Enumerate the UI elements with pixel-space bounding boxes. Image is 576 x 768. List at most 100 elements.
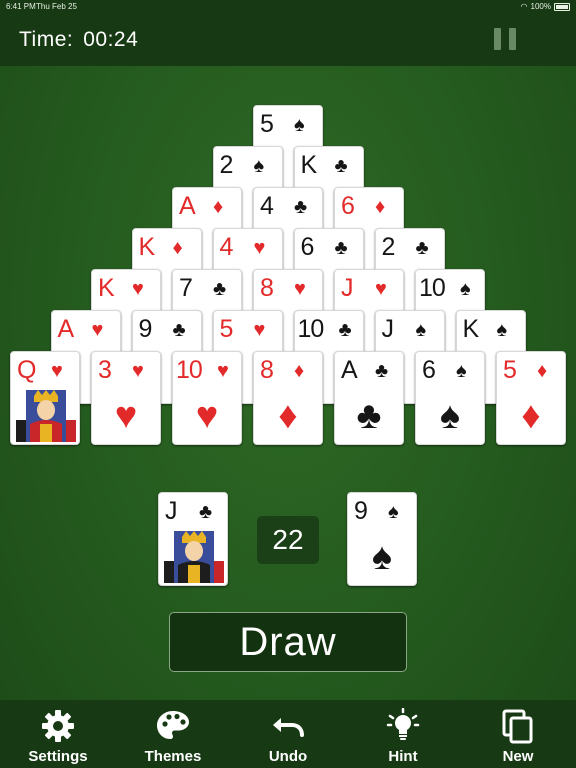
status-date: Thu Feb 25	[36, 2, 77, 11]
card-rank: 10	[176, 356, 203, 384]
pause-button[interactable]	[494, 28, 516, 50]
heart-icon: ♥	[132, 360, 144, 382]
top-bar: Time: 00:24	[0, 14, 576, 66]
draw-button[interactable]: Draw	[169, 612, 407, 672]
stock-count: 22	[257, 516, 319, 564]
club-icon: ♣	[213, 278, 227, 300]
hint-label: Hint	[388, 748, 418, 765]
heart-icon: ♥	[91, 319, 104, 341]
card-rank: A	[57, 315, 75, 343]
waste-card[interactable]: 9 ♠ ♠	[347, 492, 417, 586]
spade-icon: ♠	[415, 319, 427, 341]
wifi-icon: ◠	[520, 2, 528, 11]
heart-icon: ♥	[132, 278, 144, 300]
palette-icon	[157, 711, 189, 739]
club-icon: ♣	[334, 237, 348, 259]
heart-icon: ♥	[114, 395, 138, 437]
hint-button[interactable]: Hint	[358, 700, 448, 768]
card-rank: 4	[260, 192, 274, 220]
pyramid-card[interactable]: 8 ♦ ♦	[253, 351, 323, 445]
status-time: 6:41 PM	[6, 2, 36, 11]
spade-icon: ♠	[371, 536, 393, 578]
spade-icon: ♠	[388, 501, 399, 523]
pyramid-card[interactable]: 10 ♥ ♥	[172, 351, 242, 445]
stock-card[interactable]: J ♣	[158, 492, 228, 586]
card-rank: 9	[138, 315, 153, 343]
card-rank: A	[341, 356, 358, 384]
card-rank: Q	[17, 356, 37, 384]
undo-icon	[273, 718, 304, 737]
heart-icon: ♥	[217, 360, 229, 382]
themes-label: Themes	[144, 748, 202, 765]
card-rank: 8	[260, 356, 274, 384]
card-rank: 6	[341, 192, 355, 220]
card-rank: J	[165, 497, 178, 525]
timer-label: Time:	[19, 28, 74, 51]
heart-icon: ♥	[294, 278, 306, 300]
spade-icon: ♠	[456, 360, 467, 382]
themes-button[interactable]: Themes	[128, 700, 218, 768]
card-rank: 2	[381, 233, 396, 261]
card-rank: 10	[419, 274, 446, 302]
card-rank: 10	[297, 315, 325, 343]
bottom-toolbar: Settings Themes Undo Hint New	[0, 700, 576, 768]
card-rank: 4	[219, 233, 234, 261]
card-rank: 6	[422, 356, 436, 384]
pyramid-card[interactable]: A ♣ ♣	[334, 351, 404, 445]
heart-icon: ♥	[51, 360, 63, 382]
spade-icon: ♠	[294, 114, 305, 136]
card-rank: K	[138, 233, 156, 261]
new-game-icon	[502, 709, 533, 744]
settings-label: Settings	[28, 748, 88, 765]
card-rank: J	[381, 315, 395, 343]
heart-icon: ♥	[375, 278, 387, 300]
settings-button[interactable]: Settings	[13, 700, 103, 768]
card-rank: 9	[354, 497, 368, 525]
card-rank: 5	[260, 110, 274, 138]
club-icon: ♣	[294, 196, 308, 218]
card-rank: 2	[219, 151, 234, 179]
heart-icon: ♥	[253, 237, 266, 259]
battery-icon	[554, 3, 570, 11]
diamond-icon: ♦	[294, 360, 305, 382]
card-rank: 3	[98, 356, 112, 384]
battery-percent: 100%	[530, 2, 551, 11]
pyramid-card[interactable]: Q ♥	[10, 351, 80, 445]
club-icon: ♣	[415, 237, 429, 259]
card-rank: K	[98, 274, 115, 302]
timer-value: 00:24	[83, 28, 139, 51]
club-icon: ♣	[375, 360, 389, 382]
card-rank: K	[462, 315, 480, 343]
spade-icon: ♠	[460, 278, 471, 300]
spade-icon: ♠	[439, 395, 461, 437]
card-rank: 5	[219, 315, 234, 343]
club-icon: ♣	[338, 319, 352, 341]
pause-icon-bar	[509, 28, 516, 50]
status-bar: 6:41 PM Thu Feb 25 ◠ 100%	[0, 0, 576, 14]
club-icon: ♣	[334, 155, 348, 177]
card-rank: A	[179, 192, 196, 220]
pause-icon	[494, 28, 501, 50]
diamond-icon: ♦	[213, 196, 224, 218]
status-right: ◠ 100%	[521, 0, 570, 14]
undo-label: Undo	[268, 748, 308, 765]
diamond-icon: ♦	[278, 395, 298, 437]
pyramid-card[interactable]: 6 ♠ ♠	[415, 351, 485, 445]
pyramid-card[interactable]: 3 ♥ ♥	[91, 351, 161, 445]
card-rank: K	[300, 151, 318, 179]
spade-icon: ♠	[253, 155, 265, 177]
card-rank: 8	[260, 274, 274, 302]
club-icon: ♣	[172, 319, 186, 341]
card-rank: 7	[179, 274, 193, 302]
new-game-button[interactable]: New	[473, 700, 563, 768]
diamond-icon: ♦	[375, 196, 386, 218]
lightbulb-icon	[386, 708, 420, 740]
club-icon: ♣	[356, 395, 382, 437]
card-rank: J	[341, 274, 354, 302]
undo-button[interactable]: Undo	[243, 700, 333, 768]
spade-icon: ♠	[496, 319, 508, 341]
face-card-art	[164, 531, 224, 583]
pyramid-card[interactable]: 5 ♦ ♦	[496, 351, 566, 445]
heart-icon: ♥	[195, 395, 219, 437]
timer: Time: 00:24	[19, 28, 138, 52]
